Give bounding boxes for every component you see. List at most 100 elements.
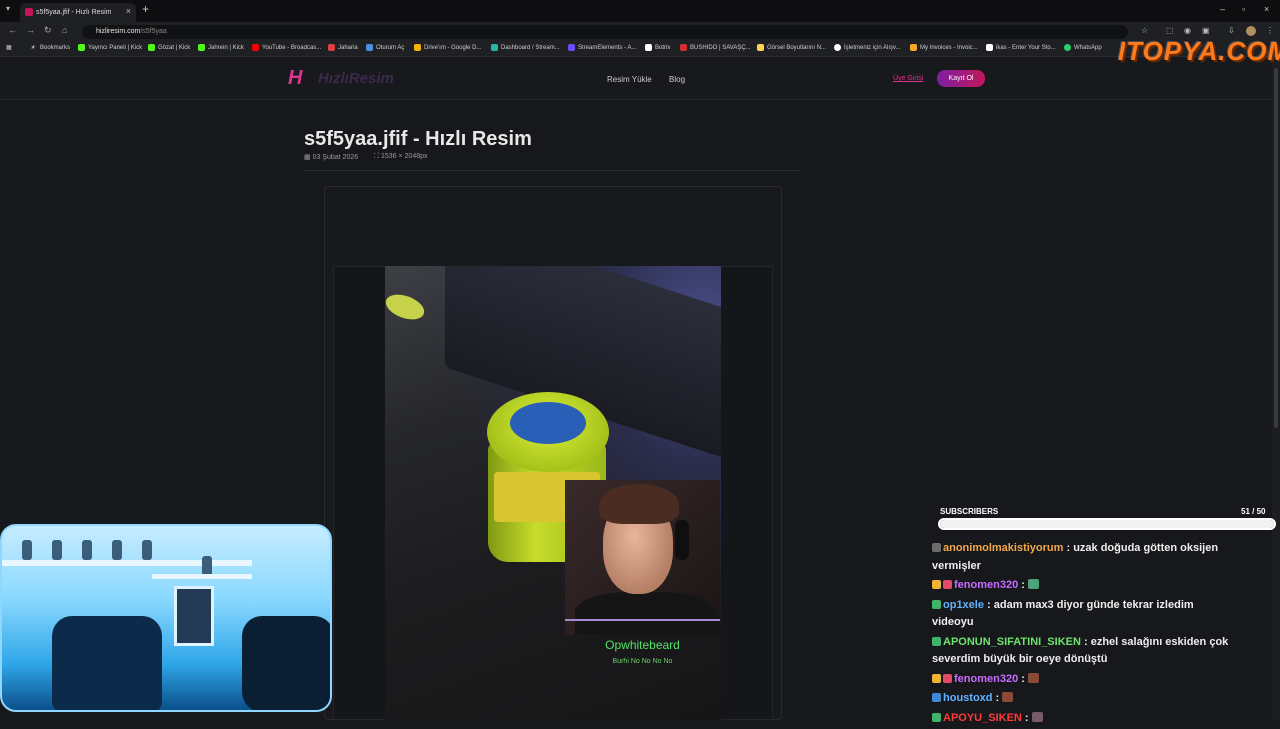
home-icon[interactable]: ⌂ — [62, 25, 67, 35]
cast-icon[interactable]: ◉ — [1184, 26, 1191, 35]
bookmark-item[interactable]: StreamElements - A... — [568, 44, 636, 51]
bookmark-item[interactable]: Botrix — [645, 44, 670, 51]
scrollbar-thumb[interactable] — [1274, 68, 1278, 428]
chat-username[interactable]: anonimolmakistiyorum — [943, 542, 1063, 554]
chat-badge-icon — [932, 580, 941, 589]
back-icon[interactable]: ← — [8, 25, 17, 35]
streamer-webcam — [0, 524, 332, 712]
puzzle-icon[interactable]: ▣ — [1202, 26, 1210, 35]
nav-upload-link[interactable]: Resim Yükle — [607, 75, 652, 84]
bookmark-item[interactable]: Oturum Aç — [366, 44, 404, 51]
resize-icon: ⛶ — [374, 153, 380, 160]
bookmark-label: İşletmeniz için Alışv... — [844, 44, 901, 51]
chat-emote-icon — [1027, 672, 1039, 683]
bookmark-label: Jaharia — [338, 44, 358, 51]
bookmark-item[interactable]: Yayıncı Paneli | Kick — [78, 44, 142, 51]
tab-search-icon[interactable]: ▾ — [6, 4, 10, 13]
chat-badge-icon — [932, 543, 941, 552]
bookmark-label: BUSHIDO | SAVAŞÇ... — [690, 44, 751, 51]
invoice-icon — [910, 44, 917, 51]
chat-emote-icon — [1027, 579, 1039, 589]
youtube-icon — [252, 44, 259, 51]
bookmark-label: StreamElements - A... — [578, 44, 637, 51]
image-dimensions: 1536 × 2048px — [380, 153, 428, 160]
reload-icon[interactable]: ↻ — [44, 25, 52, 36]
chat-username[interactable]: op1xele — [943, 599, 984, 611]
botrix-icon — [645, 44, 652, 51]
chat-badge-icon — [932, 712, 941, 722]
jaharia-icon — [328, 44, 335, 51]
favicon-icon — [25, 8, 33, 16]
bookmark-item[interactable]: Drive'ım - Google D... — [414, 44, 482, 51]
url-path: /s5f5yaa — [140, 28, 167, 35]
chair-shape — [242, 616, 330, 710]
clip-subtitle: Burhi No No No No — [612, 658, 673, 665]
chat-emote-icon — [1002, 692, 1014, 702]
bookmark-label: Botrix — [655, 44, 671, 51]
browser-tab[interactable]: s5f5yaa.jfif - Hızlı Resim × — [20, 3, 136, 22]
new-tab-icon[interactable]: + — [142, 2, 149, 16]
apps-icon[interactable]: ▦ — [6, 44, 12, 51]
chat-separator: : — [1021, 711, 1032, 724]
restore-icon[interactable]: ▫ — [1242, 4, 1245, 14]
chat-username[interactable]: fenomen320 — [954, 673, 1018, 685]
jar-lid-logo — [510, 402, 586, 444]
upload-date: 03 Şubat 2026 — [312, 154, 359, 161]
chat-badge-icon — [932, 636, 941, 646]
bookmark-item[interactable]: Jahrein | Kick — [198, 44, 244, 51]
figure-shape — [142, 540, 152, 560]
bookmark-item[interactable]: WhatsApp — [1064, 44, 1102, 51]
menu-icon[interactable]: ⋮ — [1266, 26, 1274, 35]
bookmark-item[interactable]: ★ Bookmarks — [30, 44, 70, 52]
site-header: H HızlıResim Resim Yükle Blog Üye Girişi… — [0, 58, 1280, 100]
bookmarks-bar: ▦ ★ Bookmarks Yayıncı Paneli | Kick Gözat… — [0, 41, 1280, 57]
subscribers-count: 51 / 50 — [1241, 507, 1266, 516]
bookmark-label: Drive'ım - Google D... — [424, 44, 482, 51]
bookmark-item[interactable]: ikas - Enter Your Sto... — [986, 44, 1056, 51]
login-link[interactable]: Üye Girişi — [893, 75, 923, 82]
figure-shape — [22, 540, 32, 560]
bookmark-label: Yayıncı Paneli | Kick — [88, 44, 143, 51]
chat-message: fenomen320 : — [932, 671, 1232, 689]
bookmark-label: WhatsApp — [1074, 44, 1102, 51]
chat-username[interactable]: APONUN_SIFATINI_SIKEN — [943, 636, 1081, 648]
kick-icon — [78, 44, 85, 51]
bookmark-item[interactable]: Gözat | Kick — [148, 44, 190, 51]
downloads-icon[interactable]: ⇩ — [1228, 26, 1235, 35]
minimize-icon[interactable]: – — [1220, 4, 1225, 14]
close-tab-icon[interactable]: × — [126, 6, 131, 16]
close-window-icon[interactable]: × — [1264, 4, 1269, 14]
bookmark-item[interactable]: BUSHIDO | SAVAŞÇ... — [680, 44, 751, 51]
extension-icon[interactable]: ⬚ — [1166, 26, 1174, 35]
bookmark-star-icon[interactable]: ☆ — [1141, 26, 1148, 35]
calendar-icon: ▦ — [304, 154, 311, 161]
chat-message: fenomen320 : — [932, 577, 1232, 595]
bookmark-item[interactable]: Dashboard / Stream... — [491, 44, 560, 51]
chat-username[interactable]: houstoxd — [943, 692, 993, 704]
bushido-icon — [680, 44, 687, 51]
chat-message: APONUN_SIFATINI_SIKEN : ezhel salağını e… — [932, 634, 1232, 669]
video-clip-overlay — [565, 480, 720, 635]
bookmark-item[interactable]: İşletmeniz için Alışv... — [834, 44, 901, 51]
register-button[interactable]: Kayıt Ol — [937, 70, 985, 87]
bookmark-item[interactable]: Görsel Boyutlarını N... — [757, 44, 826, 51]
bookmark-label: Dashboard / Stream... — [501, 44, 560, 51]
bookmark-item[interactable]: YouTube - Broadcas... — [252, 44, 321, 51]
profile-avatar[interactable] — [1246, 26, 1256, 36]
chat-username[interactable]: APOYU_SIKEN — [943, 712, 1022, 724]
bookmark-label: ikas - Enter Your Sto... — [996, 44, 1056, 51]
forward-icon[interactable]: → — [26, 25, 35, 35]
url-input[interactable]: hizliresim.com/s5f5yaa — [82, 25, 1128, 39]
site-logo[interactable]: H HızlıResim — [288, 68, 394, 88]
subscribers-progress-fill — [940, 520, 1274, 528]
figure-shape — [112, 540, 122, 560]
chat-username[interactable]: fenomen320 — [954, 579, 1018, 591]
nav-blog-link[interactable]: Blog — [669, 75, 685, 84]
google-icon — [834, 44, 841, 51]
person-hair — [599, 484, 679, 524]
bookmark-item[interactable]: Jaharia — [328, 44, 358, 51]
bookmark-item[interactable]: My Invoices - Invoic... — [910, 44, 978, 51]
chat-badge-icon — [943, 580, 952, 589]
whatsapp-icon — [1064, 44, 1071, 51]
person-shirt — [575, 592, 715, 635]
